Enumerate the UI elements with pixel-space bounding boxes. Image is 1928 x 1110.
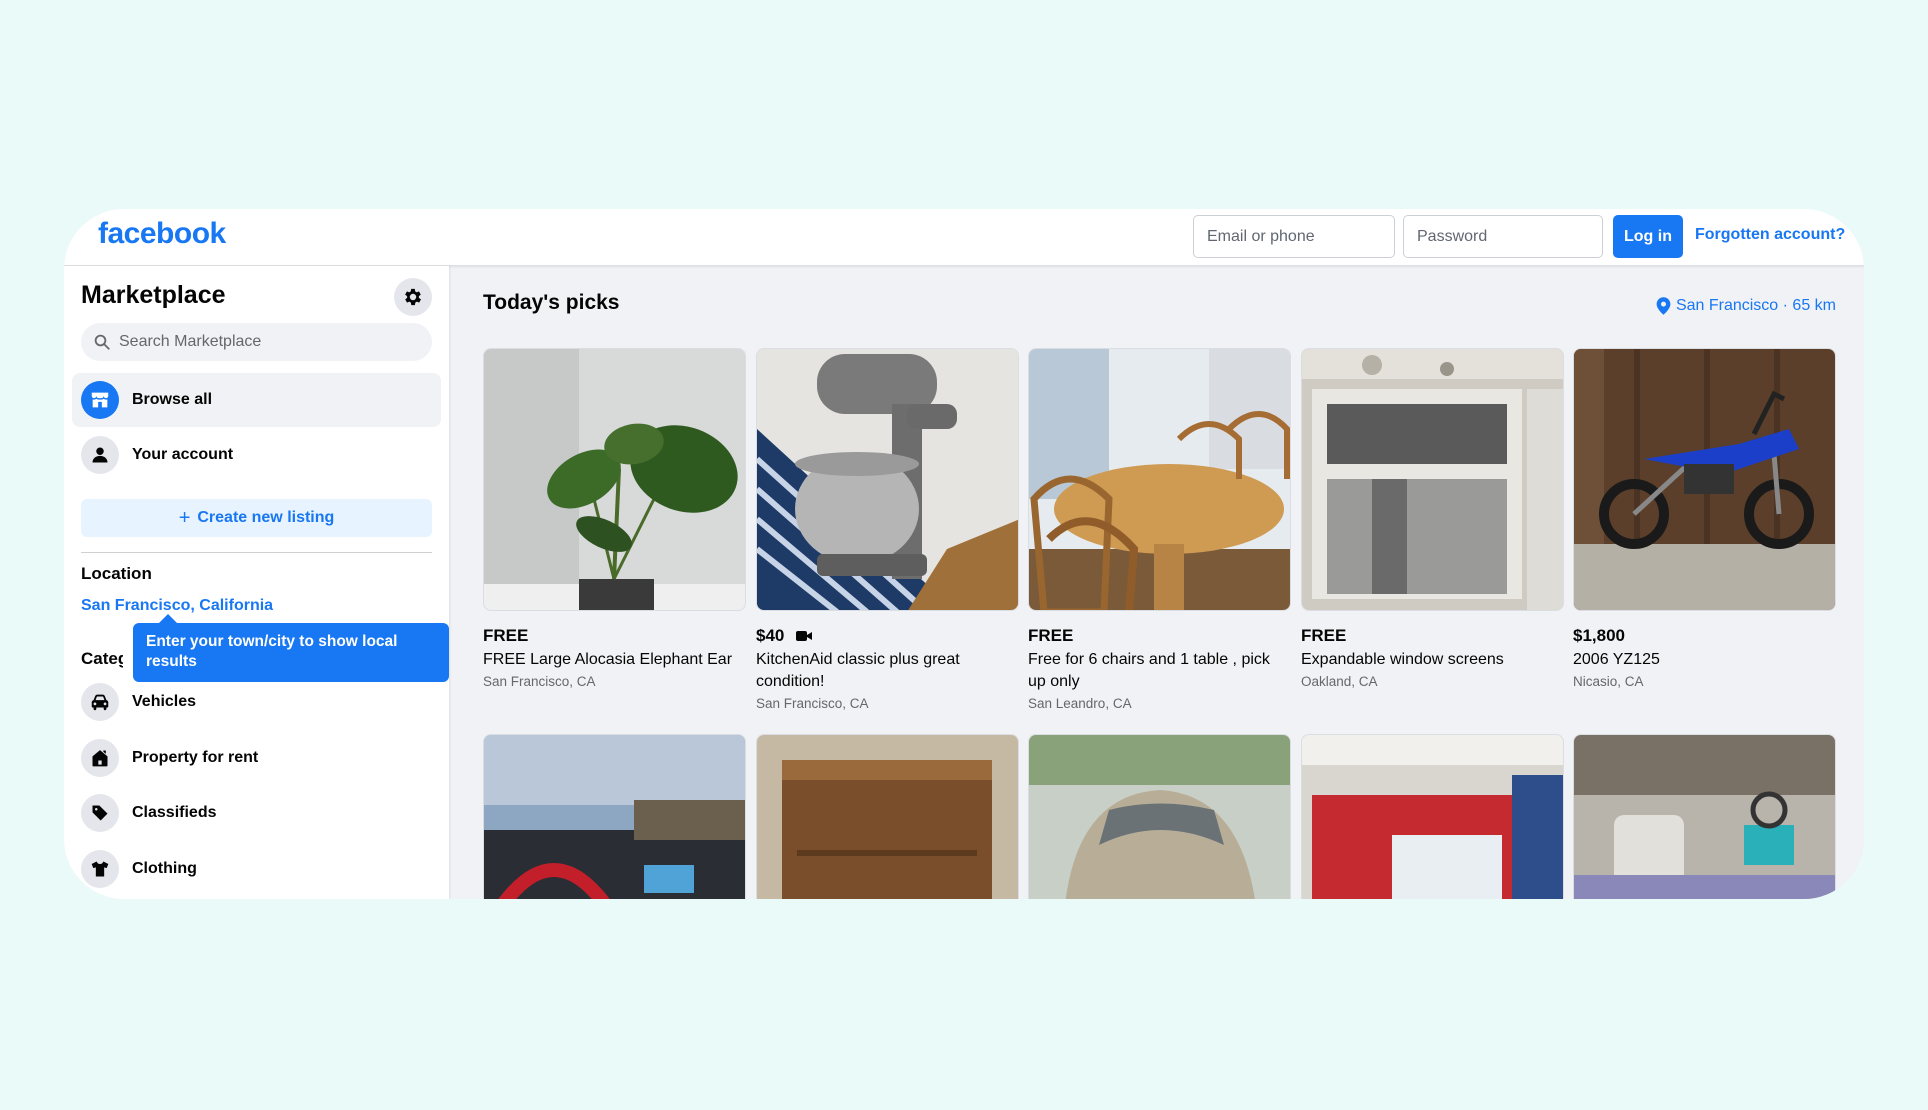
location-filter-label: San Francisco · 65 km [1675, 297, 1836, 314]
listing-image[interactable] [483, 734, 746, 899]
nav-label: Browse all [132, 391, 213, 408]
listing-title: KitchenAid classic plus great condition! [756, 651, 960, 690]
listing-location: San Leandro, CA [1028, 696, 1132, 711]
listing-title: 2006 YZ125 [1573, 651, 1660, 668]
listing-image[interactable] [1573, 348, 1836, 611]
location-pin-icon [1656, 297, 1671, 315]
listing-location: San Francisco, CA [483, 674, 596, 689]
settings-button[interactable] [394, 278, 432, 316]
listing-card[interactable]: $40 KitchenAid classic plus great condit… [756, 348, 1019, 711]
listing-title: Free for 6 chairs and 1 table , pick up … [1028, 651, 1270, 690]
listing-card[interactable]: FREE Free for 6 chairs and 1 table , pic… [1028, 348, 1291, 711]
plus-icon: + [178, 506, 191, 529]
divider [81, 552, 432, 553]
house-icon [92, 750, 108, 767]
facebook-logo[interactable]: facebook [98, 217, 226, 251]
listing-card[interactable]: $1,800 2006 YZ125 Nicasio, CA [1573, 348, 1836, 689]
listing-title: FREE Large Alocasia Elephant Ear [483, 651, 733, 668]
gear-icon [405, 288, 421, 306]
forgot-account-link[interactable]: Forgotten account? [1695, 226, 1845, 244]
location-filter[interactable]: San Francisco · 65 km [1656, 297, 1836, 315]
listing-image[interactable] [1301, 348, 1564, 611]
storefront-icon [91, 392, 109, 408]
listing-card[interactable] [1028, 734, 1291, 899]
listing-price: FREE [1301, 626, 1347, 645]
category-vehicles[interactable]: Vehicles [81, 681, 441, 723]
listing-title: Expandable window screens [1301, 651, 1504, 668]
category-label: Vehicles [132, 693, 197, 710]
listing-image[interactable] [756, 348, 1019, 611]
listing-location: Oakland, CA [1301, 674, 1378, 689]
listing-price: $40 [756, 626, 1019, 646]
location-tooltip: Enter your town/city to show local resul… [133, 614, 449, 682]
listing-price: FREE [483, 626, 529, 645]
location-heading: Location [81, 564, 152, 583]
category-clothing[interactable]: Clothing [81, 848, 441, 890]
listing-image[interactable] [1301, 734, 1564, 899]
listing-card[interactable]: FREE FREE Large Alocasia Elephant Ear Sa… [483, 348, 746, 689]
listing-price: $1,800 [1573, 626, 1625, 645]
login-button[interactable]: Log in [1613, 215, 1683, 258]
sidebar: Marketplace Browse all [64, 266, 449, 899]
listing-image[interactable] [1573, 734, 1836, 899]
nav-browse-all[interactable]: Browse all [72, 373, 441, 427]
search-icon [94, 334, 110, 350]
listing-image[interactable] [756, 734, 1019, 899]
app-frame: facebook Log in Forgotten account? Marke… [64, 209, 1864, 899]
listing-image[interactable] [483, 348, 746, 611]
car-icon [91, 694, 109, 711]
category-classifieds[interactable]: Classifieds [81, 792, 441, 834]
listing-image[interactable] [1028, 348, 1291, 611]
person-icon [92, 447, 108, 463]
nav-your-account[interactable]: Your account [72, 428, 441, 482]
category-label: Classifieds [132, 804, 217, 821]
search-input[interactable] [119, 333, 409, 351]
listing-card[interactable] [1573, 734, 1836, 899]
listing-card[interactable] [483, 734, 746, 899]
categories-heading: Categories [81, 649, 123, 668]
listing-price: FREE [1028, 626, 1074, 645]
create-listing-button[interactable]: + Create new listing [81, 499, 432, 537]
category-label: Clothing [132, 860, 197, 877]
nav-label: Your account [132, 446, 234, 463]
search-marketplace[interactable] [81, 323, 432, 361]
top-bar: facebook Log in Forgotten account? [64, 209, 1864, 266]
sidebar-title: Marketplace [81, 281, 226, 309]
category-property-for-rent[interactable]: Property for rent [81, 737, 441, 779]
location-link[interactable]: San Francisco, California [81, 597, 273, 615]
password-field[interactable] [1403, 215, 1603, 258]
shirt-icon [91, 861, 109, 877]
create-listing-label: Create new listing [197, 509, 335, 526]
video-icon [796, 631, 813, 641]
page-title: Today's picks [483, 291, 620, 314]
listing-location: Nicasio, CA [1573, 674, 1644, 689]
category-label: Property for rent [132, 749, 259, 766]
tag-icon [92, 805, 108, 821]
listing-card[interactable] [1301, 734, 1564, 899]
listing-location: San Francisco, CA [756, 696, 869, 711]
listing-card[interactable]: FREE Expandable window screens Oakland, … [1301, 348, 1564, 689]
listing-image[interactable] [1028, 734, 1291, 899]
listing-card[interactable] [756, 734, 1019, 899]
email-field[interactable] [1193, 215, 1395, 258]
